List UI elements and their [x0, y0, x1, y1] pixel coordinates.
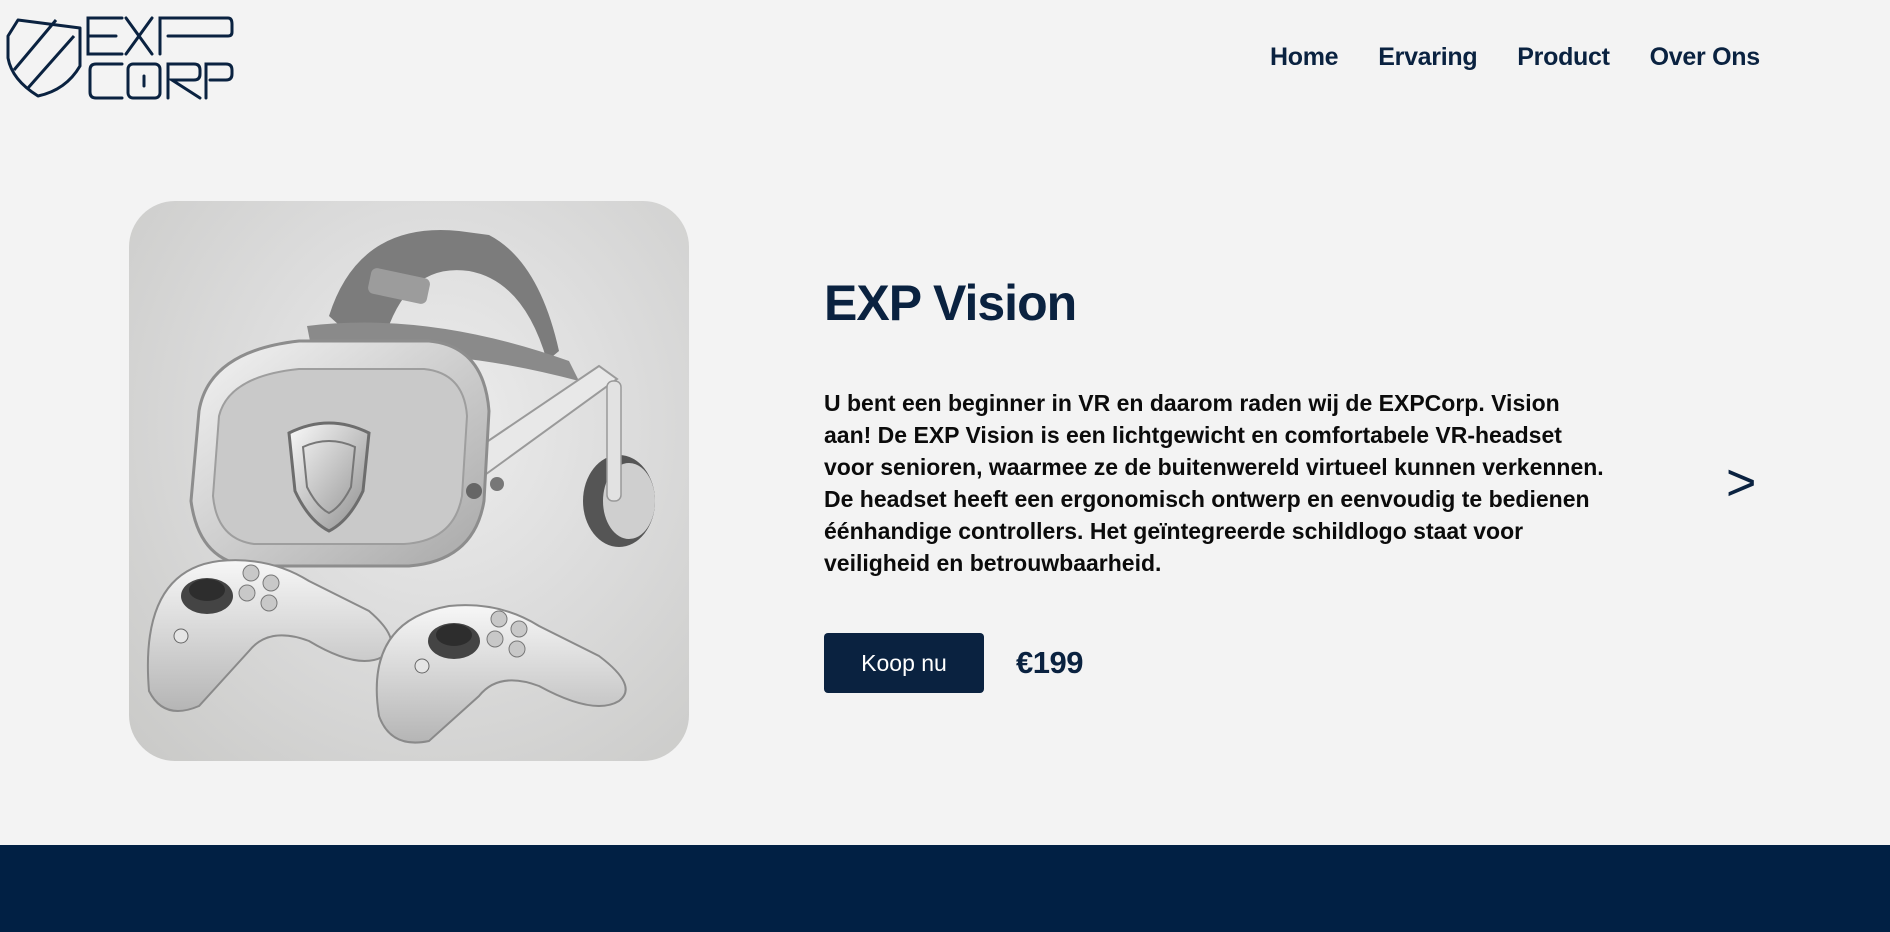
- product-image: [129, 201, 689, 761]
- vr-headset-illustration: [146, 230, 655, 744]
- expcorp-logo[interactable]: [4, 14, 234, 100]
- nav-home[interactable]: Home: [1270, 40, 1339, 74]
- shield-logo-icon: [6, 18, 82, 98]
- main-nav: Home Ervaring Product Over Ons: [1270, 40, 1800, 74]
- product-description: U bent een beginner in VR en daarom rade…: [824, 390, 1604, 576]
- chevron-right-icon[interactable]: >: [1726, 453, 1756, 513]
- product-price: €199: [1016, 645, 1083, 680]
- product-page: Home Ervaring Product Over Ons EXP Visio…: [0, 0, 1890, 932]
- footer: [0, 845, 1890, 932]
- nav-over-ons[interactable]: Over Ons: [1650, 40, 1760, 74]
- buy-now-button[interactable]: Koop nu: [824, 633, 984, 693]
- nav-product[interactable]: Product: [1517, 40, 1610, 74]
- nav-ervaring[interactable]: Ervaring: [1378, 40, 1477, 74]
- product-title: EXP Vision: [824, 275, 1077, 331]
